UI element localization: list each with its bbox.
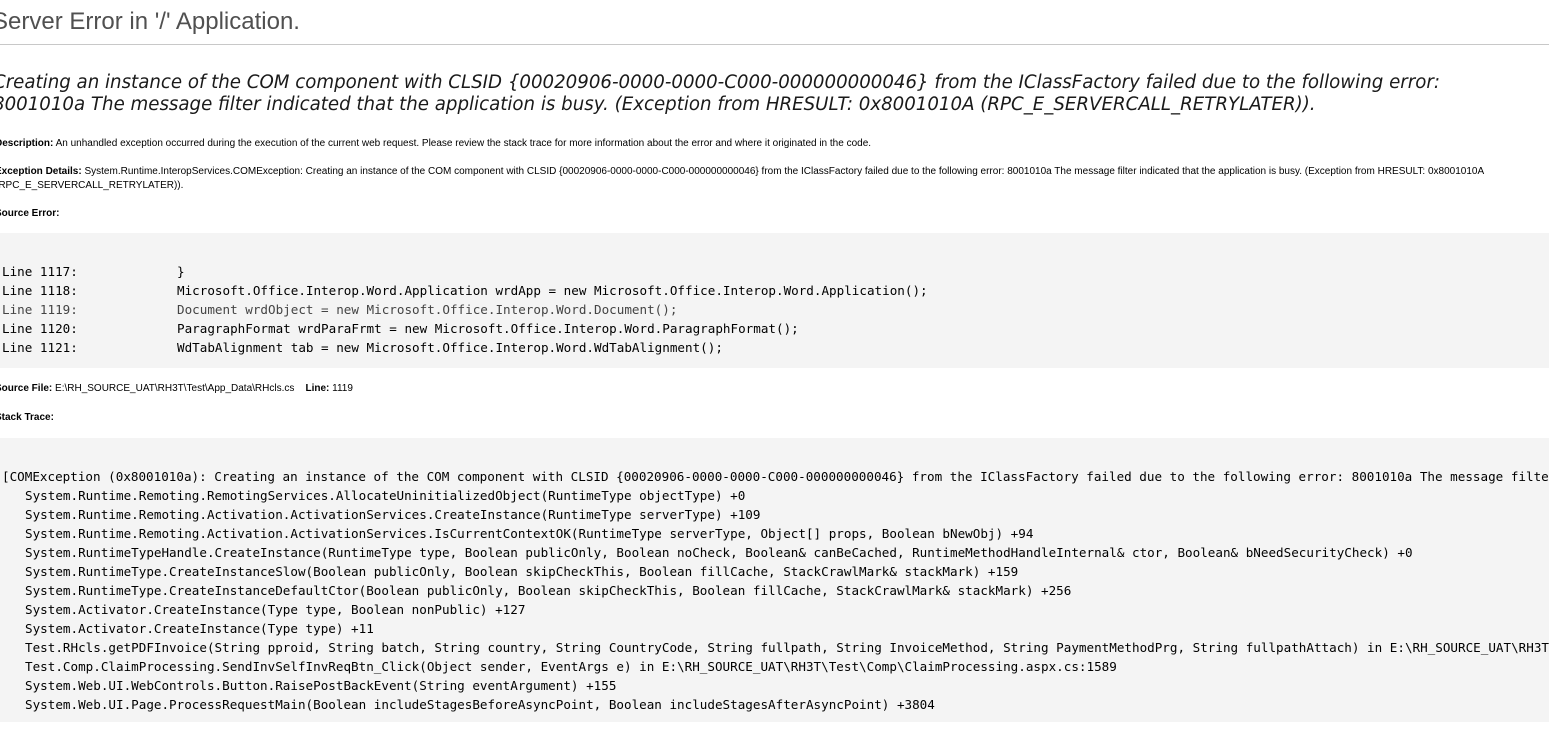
stack-frame: System.RuntimeTypeHandle.CreateInstance(…: [25, 545, 1413, 560]
line-code: }: [177, 264, 185, 279]
line-code: WdTabAlignment tab = new Microsoft.Offic…: [177, 340, 723, 355]
source-error-label: Source Error:: [0, 208, 60, 219]
stack-frame: System.Runtime.Remoting.RemotingServices…: [25, 488, 746, 503]
error-message-line-2: 8001010a The message filter indicated th…: [0, 94, 1316, 115]
stack-frame: System.Activator.CreateInstance(Type typ…: [25, 621, 374, 636]
error-message-line-1: Creating an instance of the COM componen…: [0, 72, 1440, 93]
line-code: Document wrdObject = new Microsoft.Offic…: [177, 302, 678, 317]
stack-trace-exception-line: [COMException (0x8001010a): Creating an …: [2, 469, 1549, 484]
stack-frame: Test.Comp.ClaimProcessing.SendInvSelfInv…: [25, 659, 1117, 674]
source-error-code: Line 1117:} Line 1118: Microsoft.Office.I…: [0, 233, 1549, 368]
line-number: Line 1117:: [2, 264, 78, 279]
exception-details-label: Exception Details:: [0, 166, 82, 177]
page-title: Server Error in '/' Application.: [0, 8, 300, 35]
stack-frame: System.RuntimeType.CreateInstanceSlow(Bo…: [25, 564, 1019, 579]
source-file-path: E:\RH_SOURCE_UAT\RH3T\Test\App_Data\RHcl…: [52, 383, 295, 394]
line-number: Line 1121:: [2, 340, 78, 355]
stack-frame: System.Web.UI.WebControls.Button.RaisePo…: [25, 678, 617, 693]
error-message: Creating an instance of the COM componen…: [0, 72, 1549, 116]
stack-trace-label: Stack Trace:: [0, 412, 54, 423]
source-error-heading: Source Error:: [0, 207, 59, 221]
stack-frame: System.Activator.CreateInstance(Type typ…: [25, 602, 526, 617]
title-divider: [0, 44, 1549, 45]
line-code: ParagraphFormat wrdParaFrmt = new Micros…: [177, 321, 799, 336]
stack-frame: System.Runtime.Remoting.Activation.Activ…: [25, 526, 1034, 541]
line-number: Line 1119:: [2, 302, 78, 317]
source-file-label: Source File:: [0, 383, 53, 394]
line-number: Line 1118:: [2, 283, 78, 298]
source-file: Source File: E:\RH_SOURCE_UAT\RH3T\Test\…: [0, 382, 353, 396]
exception-details: Exception Details: System.Runtime.Intero…: [0, 165, 1515, 193]
source-line-value: 1119: [329, 383, 353, 394]
description-text: An unhandled exception occurred during t…: [53, 138, 872, 149]
description-label: Description:: [0, 138, 54, 149]
line-number: Line 1120:: [2, 321, 78, 336]
exception-details-text: System.Runtime.InteropServices.COMExcept…: [0, 166, 1484, 191]
source-line-label: Line:: [305, 383, 330, 394]
description: Description: An unhandled exception occu…: [0, 137, 871, 151]
stack-frame: System.Runtime.Remoting.Activation.Activ…: [25, 507, 761, 522]
line-code: Microsoft.Office.Interop.Word.Applicatio…: [177, 283, 928, 298]
stack-trace-heading: Stack Trace:: [0, 411, 54, 425]
stack-trace-code: [COMException (0x8001010a): Creating an …: [0, 438, 1549, 722]
stack-frame: Test.RHcls.getPDFInvoice(String pproid, …: [25, 640, 1549, 655]
stack-frame: System.Web.UI.Page.ProcessRequestMain(Bo…: [25, 697, 935, 712]
stack-frame: System.RuntimeType.CreateInstanceDefault…: [25, 583, 1072, 598]
